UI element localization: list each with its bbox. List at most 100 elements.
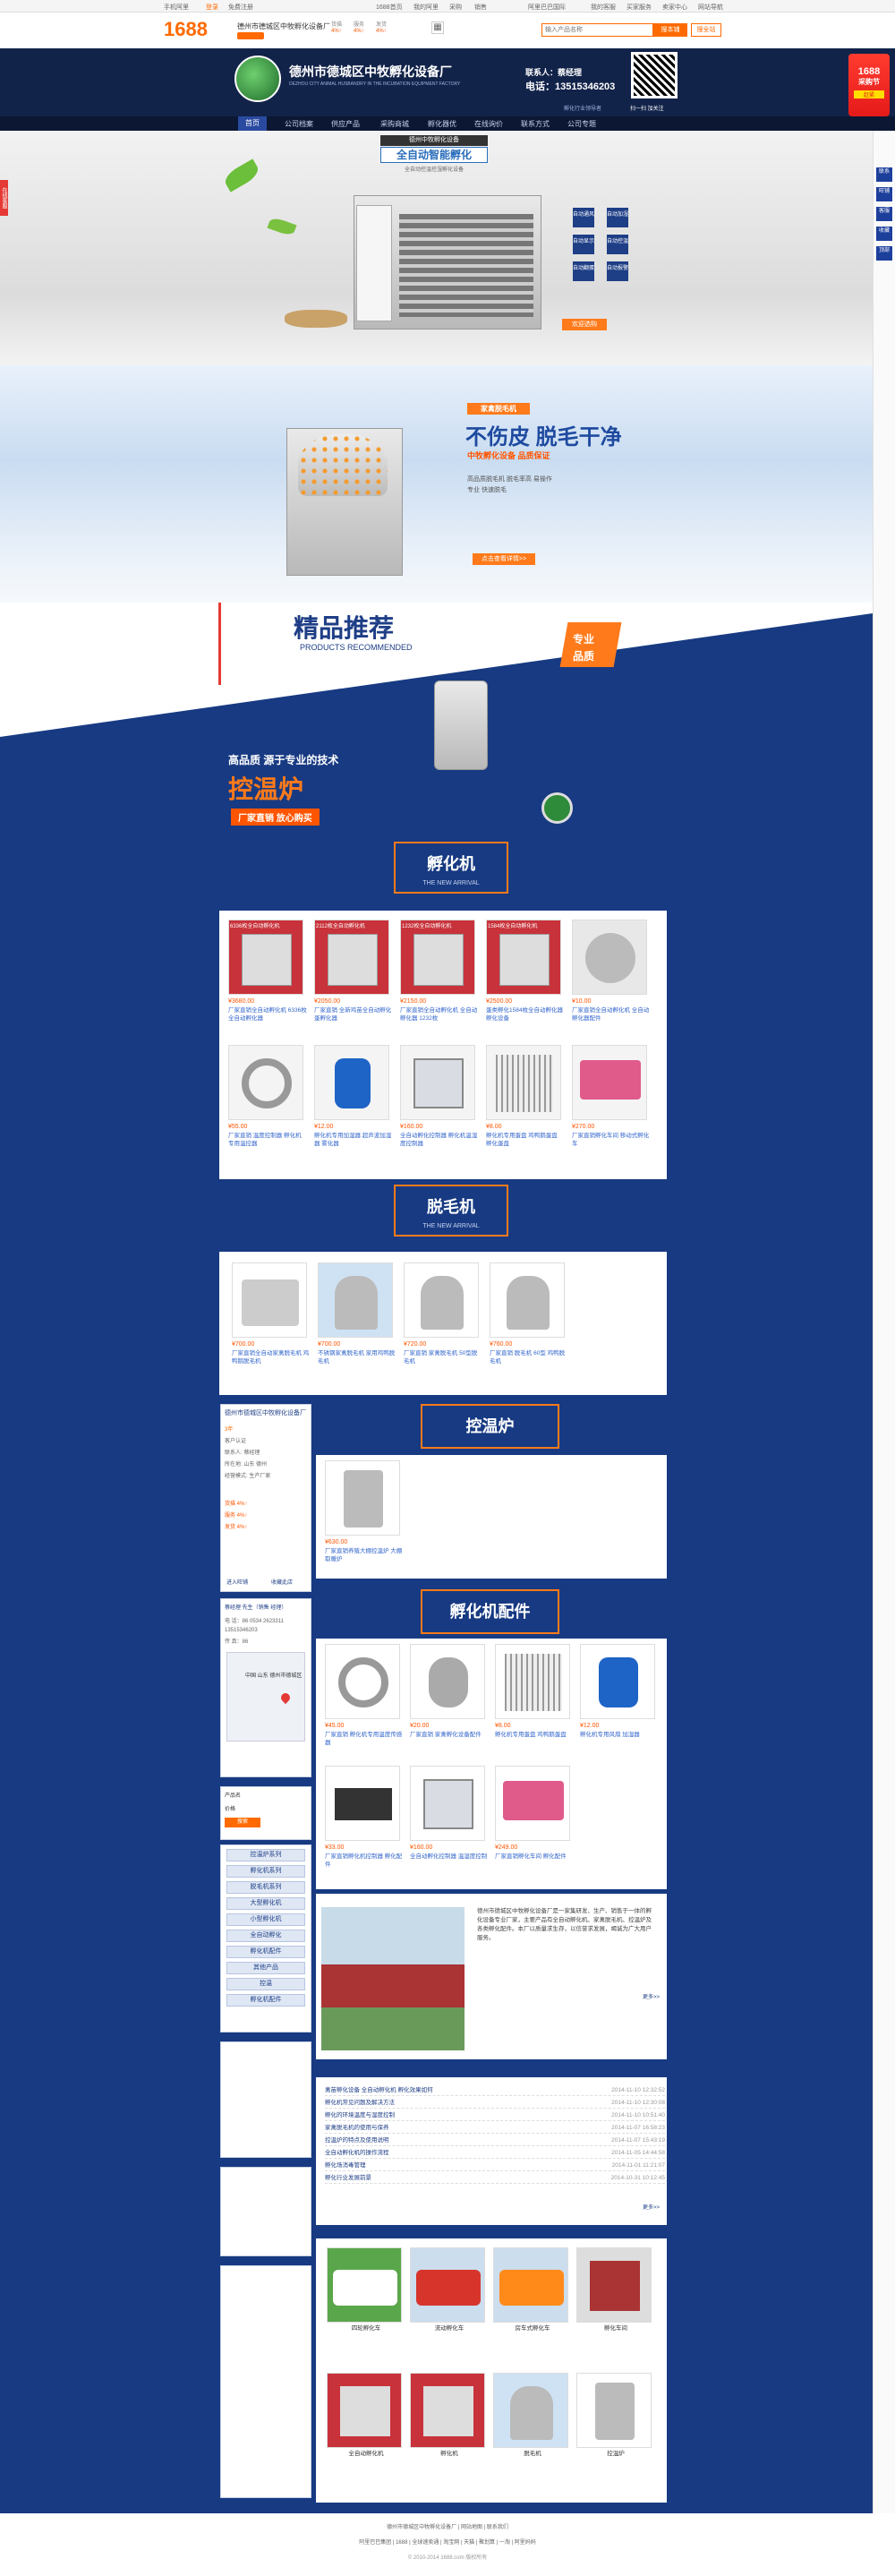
news-item[interactable]: 孵化场消毒管理 2014-11-01 11:21:07: [325, 2160, 665, 2171]
login-link[interactable]: 登录: [206, 3, 218, 12]
product-card[interactable]: ¥160.00 全自动孵化控制器 温湿度控制: [410, 1766, 489, 1887]
register-link[interactable]: 免费注册: [228, 3, 253, 12]
product-card[interactable]: ¥20.00 厂家直销 家禽孵化设备配件: [410, 1644, 489, 1765]
nav-item-6[interactable]: 联系方式: [521, 119, 550, 129]
product-card[interactable]: ¥12.00 孵化机专用加湿器 超声波加湿器 雾化器: [314, 1045, 393, 1166]
search-card-button[interactable]: 搜索: [225, 1818, 260, 1827]
search-input[interactable]: [541, 23, 653, 37]
promo-badge[interactable]: 1688 采购节 赶紧: [848, 54, 890, 116]
news-item[interactable]: 家禽脱毛机的使用与保养 2014-11-07 16:58:23: [325, 2122, 665, 2134]
gallery-item[interactable]: 脱毛机: [493, 2373, 572, 2494]
nav-item-1[interactable]: 公司档案: [285, 119, 313, 129]
product-card[interactable]: ¥160.00 全自动孵化控制器 孵化机温湿度控制器: [400, 1045, 479, 1166]
category-link[interactable]: 脱毛机系列: [226, 1881, 305, 1894]
news-item[interactable]: 孵化机常见问题及解决方法 2014-11-10 12:30:08: [325, 2097, 665, 2109]
hero-plucker: 家禽脱毛机 不伤皮 脱毛干净 中牧孵化设备 品质保证 高品质脱毛机 脱毛率高 易…: [0, 365, 873, 603]
right-tool-shop[interactable]: 旺铺: [875, 186, 893, 202]
map-image[interactable]: 中国 山东 德州市德城区: [226, 1652, 305, 1742]
product-card[interactable]: ¥8.00 孵化机专用蛋盘 鸡鸭鹅蛋盘: [495, 1644, 574, 1765]
product-card[interactable]: ¥8.00 孵化机专用蛋盘 鸡鸭鹅蛋盘 孵化蛋盘: [486, 1045, 565, 1166]
product-card[interactable]: 1584枚全自动孵化机 ¥2500.00 蛋类孵化1584枚全自动孵化器 孵化设备: [486, 920, 565, 1040]
gallery-item[interactable]: 流动孵化车: [410, 2247, 489, 2368]
category-link[interactable]: 孵化机系列: [226, 1865, 305, 1878]
footer-line-1[interactable]: 德州市德城区中牧孵化设备厂 | 网站地图 | 联系我们: [0, 2513, 895, 2530]
right-tool-top[interactable]: 顶部: [875, 245, 893, 261]
search-card-price: 价格: [225, 1807, 236, 1812]
product-card[interactable]: ¥249.00 厂家直销孵化车间 孵化配件: [495, 1766, 574, 1887]
product-card[interactable]: ¥10.00 厂家直销全自动孵化机 全自动孵化器配件: [572, 920, 651, 1040]
search-all-button[interactable]: 搜全站: [691, 23, 721, 37]
product-card[interactable]: ¥33.00 厂家直销孵化机控制器 孵化配件: [325, 1766, 404, 1887]
feature-btn-3: 自动控温: [607, 235, 628, 254]
product-card[interactable]: 1232枚全自动孵化机 ¥2150.00 厂家直销全自动孵化机 全自动孵化器 123…: [400, 920, 479, 1040]
hero2-cta[interactable]: 点击查看详情>>: [473, 553, 535, 565]
footer-line-3: © 2010-2014 1688.com 版权所有: [407, 2555, 488, 2561]
top-link-7[interactable]: 卖家中心: [662, 3, 687, 12]
intro-more-link[interactable]: 更多>>: [643, 1992, 660, 2000]
right-tool-contact[interactable]: 联系: [875, 167, 893, 183]
product-card[interactable]: ¥630.00 厂家直销养殖大棚控温炉 大棚取暖炉: [325, 1460, 404, 1581]
news-item[interactable]: 孵化行业发展前景 2014-10-31 10:12:45: [325, 2172, 665, 2184]
category-link[interactable]: 大型孵化机: [226, 1897, 305, 1910]
top-link-6[interactable]: 买家服务: [626, 3, 652, 12]
category-link[interactable]: 全自动孵化: [226, 1930, 305, 1942]
product-card[interactable]: ¥12.00 孵化机专用风扇 加湿器: [580, 1644, 659, 1765]
company-card-name[interactable]: 德州市德城区中牧孵化设备厂: [221, 1405, 311, 1423]
feature-btn-4: 自动翻蛋: [573, 261, 594, 281]
nav-item-5[interactable]: 在线询价: [474, 119, 503, 129]
nav-item-2[interactable]: 供应产品: [331, 119, 360, 129]
footer-line-2[interactable]: 阿里巴巴集团 | 1688 | 全球速卖通 | 淘宝网 | 天猫 | 聚划算 |…: [0, 2530, 895, 2546]
category-link[interactable]: 其他产品: [226, 1962, 305, 1974]
category-link[interactable]: 小型孵化机: [226, 1913, 305, 1926]
gallery-item[interactable]: 控温炉: [576, 2373, 655, 2494]
top-link-5[interactable]: 我的客服: [591, 3, 616, 12]
product-card[interactable]: ¥270.00 厂家直销孵化车间 移动式孵化车: [572, 1045, 651, 1166]
heater-panel: ¥630.00 厂家直销养殖大棚控温炉 大棚取暖炉: [316, 1455, 667, 1579]
logo-1688[interactable]: 1688: [164, 18, 208, 41]
news-item[interactable]: 孵化的环境温度与湿度控制 2014-11-10 10:51:40: [325, 2110, 665, 2121]
product-card[interactable]: ¥720.00 厂家直销 家禽脱毛机 50型脱毛机: [404, 1262, 482, 1383]
side-tab[interactable]: 在线客服: [0, 180, 8, 216]
category-list: 控温炉系列 孵化机系列 脱毛机系列 大型孵化机 小型孵化机 全自动孵化 孵化机配…: [220, 1844, 311, 2033]
gallery-item[interactable]: 孵化车间: [576, 2247, 655, 2368]
nav-item-7[interactable]: 公司专题: [567, 119, 596, 129]
gallery-item[interactable]: 四轮孵化车: [327, 2247, 405, 2368]
nav-item-3[interactable]: 采购商城: [380, 119, 409, 129]
top-link-3[interactable]: 销售: [474, 3, 487, 12]
top-link-0[interactable]: 1688首页: [376, 3, 403, 12]
category-link[interactable]: 控温: [226, 1978, 305, 1990]
top-link-8[interactable]: 网站导航: [698, 3, 723, 12]
news-item[interactable]: 控温炉的特点及使用说明 2014-11-07 15:43:19: [325, 2135, 665, 2146]
favorite-shop-button[interactable]: 收藏此店: [271, 1578, 293, 1586]
product-card[interactable]: ¥55.00 厂家直销 温度控制器 孵化机专用温控器: [228, 1045, 307, 1166]
nav-item-4[interactable]: 孵化器优: [428, 119, 456, 129]
phone-link[interactable]: 手机阿里: [164, 3, 189, 12]
news-item[interactable]: 全自动孵化机的操作流程 2014-11-05 14:44:58: [325, 2147, 665, 2159]
product-card[interactable]: ¥45.00 厂家直销 孵化机专用温度传感器: [325, 1644, 404, 1765]
right-tool-favorite[interactable]: 收藏: [875, 226, 893, 242]
qr-small-icon[interactable]: ▦: [431, 21, 444, 34]
top-link-4[interactable]: 阿里巴巴国际: [528, 3, 566, 12]
product-card[interactable]: ¥700.00 厂家直销全自动家禽脱毛机 鸡鸭鹅脱毛机: [232, 1262, 311, 1383]
hero1-cta[interactable]: 欢迎选购: [562, 319, 607, 330]
news-item[interactable]: 禽苗孵化设备 全自动孵化机 孵化效果如何 2014-11-10 12:32:52: [325, 2084, 665, 2096]
nav-home[interactable]: 首页: [238, 116, 267, 131]
enter-shop-button[interactable]: 进入旺铺: [226, 1578, 248, 1586]
gallery-item[interactable]: 房车式孵化车: [493, 2247, 572, 2368]
category-link[interactable]: 控温炉系列: [226, 1849, 305, 1861]
product-card[interactable]: 2112枚全自动孵化机 ¥2050.00 厂家直销 全新鸡苗全自动孵化 蛋孵化器: [314, 920, 393, 1040]
product-card[interactable]: ¥700.00 不锈钢家禽脱毛机 家用鸡鸭脱毛机: [318, 1262, 396, 1383]
search-shop-button[interactable]: 搜本铺: [653, 23, 687, 37]
gallery-item[interactable]: 孵化机: [410, 2373, 489, 2494]
right-tool-service[interactable]: 客服: [875, 206, 893, 222]
gallery-item[interactable]: 全自动孵化机: [327, 2373, 405, 2494]
category-link[interactable]: 孵化机配件: [226, 1994, 305, 2007]
top-link-1[interactable]: 我的阿里: [413, 3, 439, 12]
product-card[interactable]: ¥760.00 厂家直销 脱毛机 60型 鸡鸭脱毛机: [490, 1262, 568, 1383]
category-link[interactable]: 孵化机配件: [226, 1946, 305, 1958]
product-card[interactable]: 6336枚全自动孵化机 ¥3680.00 厂家直销全自动孵化机 6336枚全自动孵化…: [228, 920, 307, 1040]
shop-name[interactable]: 德州市德城区中牧孵化设备厂: [237, 21, 330, 31]
news-more-link[interactable]: 更多>>: [643, 2203, 660, 2211]
rating-label-0: 货描: [331, 22, 343, 28]
top-link-2[interactable]: 采购: [449, 3, 462, 12]
